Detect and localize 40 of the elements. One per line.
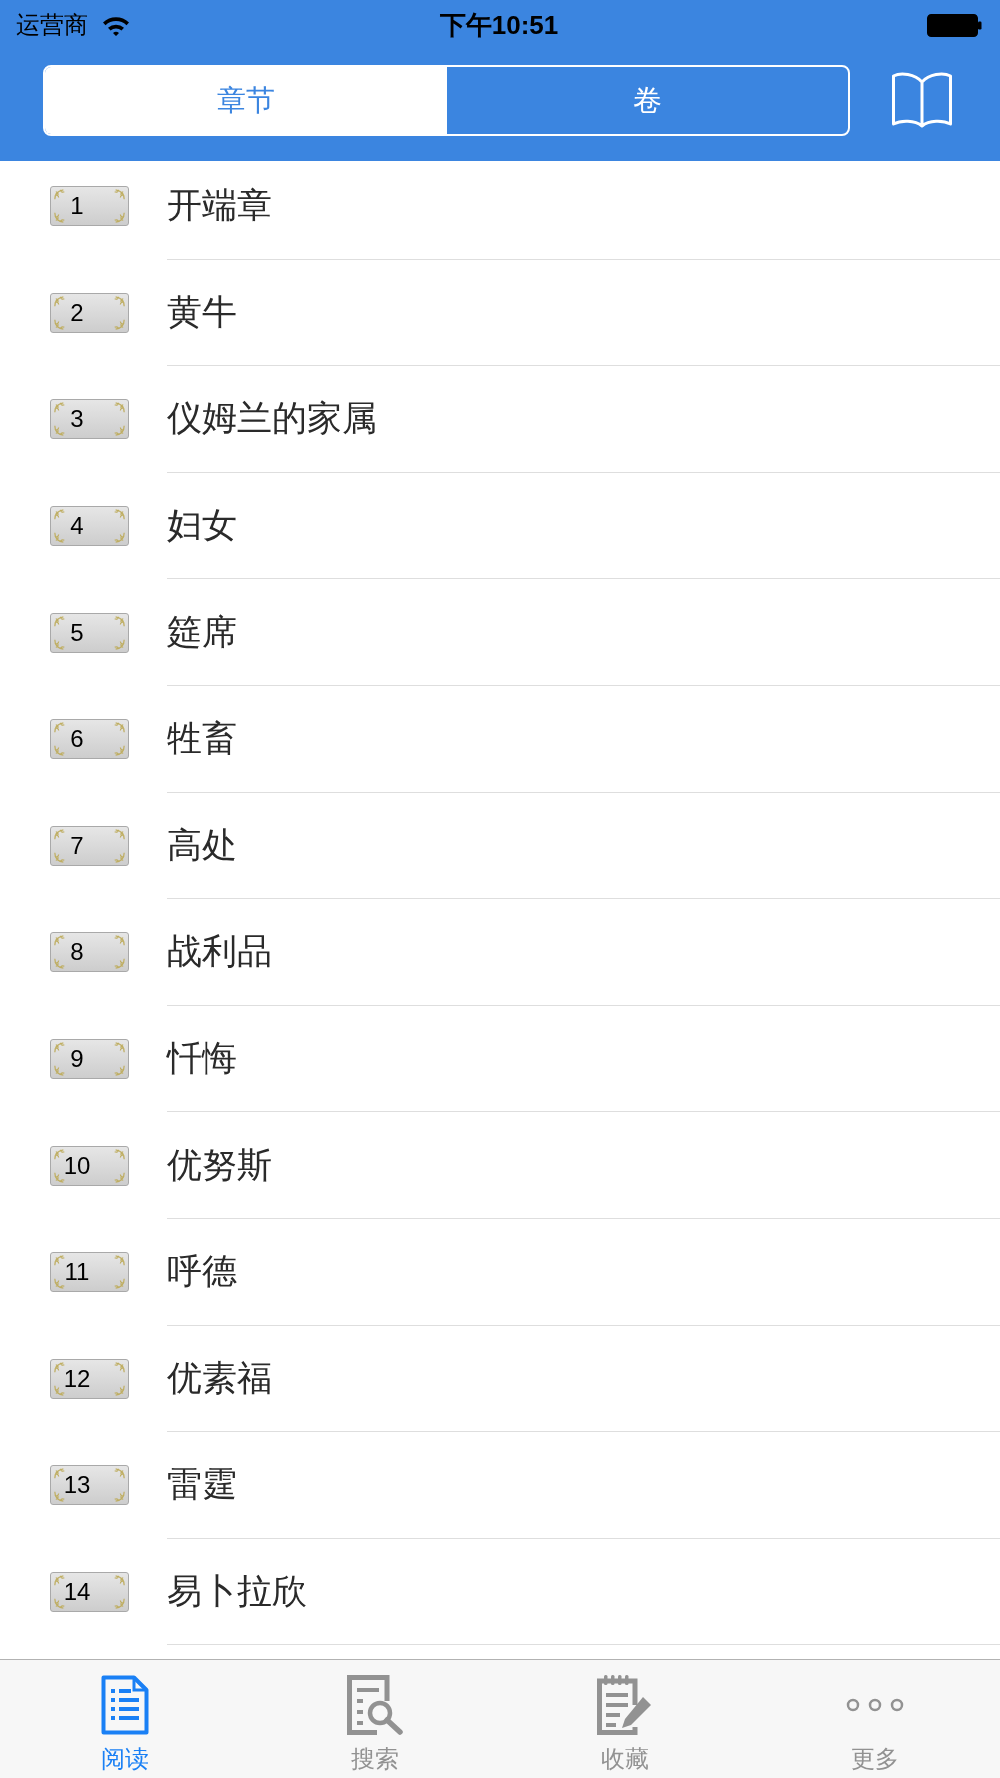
chapter-number: 6	[50, 719, 129, 760]
chapter-title[interactable]: 忏悔	[167, 1035, 237, 1083]
chapter-number: 10	[50, 1145, 129, 1186]
chapter-title[interactable]: 优素福	[167, 1354, 272, 1402]
status-time: 下午10:51	[439, 8, 559, 42]
chapter-number: 5	[50, 612, 129, 653]
chapter-title[interactable]: 雷霆	[167, 1461, 237, 1509]
chapter-title[interactable]: 牲畜	[167, 715, 237, 763]
chapter-number: 8	[50, 932, 129, 973]
chapter-title[interactable]: 黄牛	[167, 288, 237, 336]
chapter-number: 4	[50, 506, 129, 547]
segment-tab[interactable]: 章节	[45, 67, 447, 134]
chapter-title[interactable]: 妇女	[167, 502, 237, 550]
tab-bar-item[interactable]: 阅读	[0, 1660, 250, 1778]
chapter-number: 12	[50, 1358, 129, 1399]
chapter-number: 13	[50, 1465, 129, 1506]
chapter-title[interactable]: 高处	[167, 821, 237, 869]
chapter-title[interactable]: 战利品	[167, 928, 272, 976]
chapter-title[interactable]: 易卜拉欣	[167, 1568, 307, 1615]
battery-icon	[927, 13, 982, 37]
segment-tab[interactable]: 卷	[446, 67, 848, 134]
chapter-number: 2	[50, 292, 129, 333]
more-icon	[846, 1698, 904, 1712]
chapter-number: 9	[50, 1039, 129, 1080]
chapter-number: 3	[50, 399, 129, 440]
chapter-title[interactable]: 筵席	[167, 608, 237, 656]
document-list-icon	[101, 1675, 149, 1735]
search-document-icon	[347, 1675, 403, 1735]
notepad-pencil-icon	[597, 1675, 653, 1735]
book-icon[interactable]	[891, 70, 953, 128]
chapter-title[interactable]: 仪姆兰的家属	[167, 395, 377, 443]
wifi-icon	[102, 14, 130, 36]
chapter-title[interactable]: 开端章	[167, 182, 272, 230]
carrier-name: 运营商	[16, 10, 88, 40]
chapter-number: 1	[50, 186, 129, 227]
chapter-number: 7	[50, 825, 129, 866]
chapter-number: 14	[50, 1572, 129, 1612]
chapter-title[interactable]: 呼德	[167, 1248, 237, 1296]
chapter-number: 11	[50, 1252, 129, 1293]
chapter-title[interactable]: 优努斯	[167, 1141, 272, 1189]
